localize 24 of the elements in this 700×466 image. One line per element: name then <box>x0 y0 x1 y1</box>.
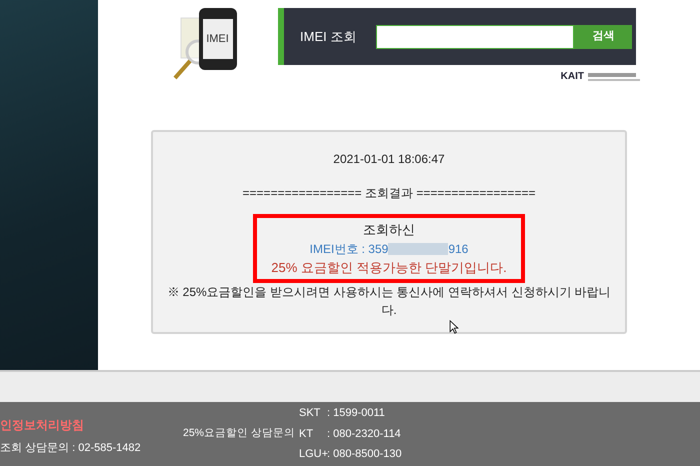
result-text: 조회하신 <box>363 221 415 239</box>
imei-number: 916 <box>448 240 468 258</box>
carrier-phone: : 1599-0011 <box>327 406 385 422</box>
search-label: IMEI 조회 <box>300 28 356 46</box>
association-name-drawing <box>588 72 640 80</box>
timestamp: 2021-01-01 18:06:47 <box>333 151 445 168</box>
notice-text: ※ 25%요금할인을 받으시려면 사용하시는 통신사에 연락하셔서 신청하시기 바랍니다. <box>166 284 612 319</box>
search-button[interactable]: 검색 <box>574 24 632 48</box>
carrier-phone: : 080-8500-130 <box>327 447 402 462</box>
blurred-digits <box>388 242 448 254</box>
eligibility-message: 25% 요금할인 적용가능한 단말기입니다. <box>271 258 507 276</box>
imei-number: IMEI번호 : 359 <box>310 240 388 258</box>
carrier-phone: : 080-2320-114 <box>327 426 401 442</box>
imei-input-field[interactable] <box>376 24 574 48</box>
carrier-name: KT <box>299 426 314 442</box>
carrier-name: SKT <box>299 406 322 422</box>
cursor-icon <box>449 320 459 334</box>
inquiry-phone: 조회 상담문의 : 02-585-1482 <box>0 440 142 456</box>
discount-inquiry-label: 25%요금할인 상담문의 <box>183 426 295 442</box>
result-heading: ================= 조회결과 ================= <box>242 185 536 202</box>
carrier-name: LGU+ <box>299 447 327 462</box>
kait-logo: KAIT <box>560 70 584 84</box>
privacy-policy-link[interactable]: 인정보처리방침 <box>0 416 180 434</box>
logo-text: IMEI <box>206 32 229 47</box>
